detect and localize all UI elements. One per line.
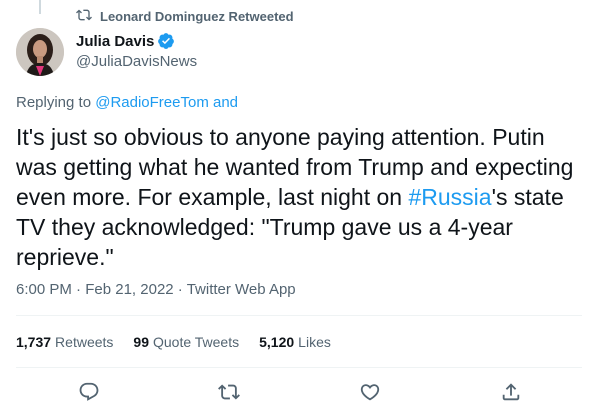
retweet-icon[interactable] — [217, 380, 241, 404]
reply-icon[interactable] — [77, 380, 101, 404]
thread-connector-line — [39, 0, 41, 14]
retweets-count: 1,737 — [16, 334, 52, 350]
likes-stat[interactable]: 5,120 Likes — [259, 334, 331, 350]
tweet-time[interactable]: 6:00 PM — [16, 281, 72, 298]
avatar[interactable] — [16, 28, 64, 76]
retweet-banner-icon — [76, 7, 92, 26]
retweet-banner-text[interactable]: Leonard Dominguez Retweeted — [100, 9, 294, 24]
quote-tweets-stat[interactable]: 99 Quote Tweets — [133, 334, 239, 350]
retweet-banner: Leonard Dominguez Retweeted — [76, 7, 294, 25]
tweet-text: It's just so obvious to anyone paying at… — [16, 122, 582, 272]
verified-badge-icon — [157, 32, 175, 50]
tweet-source[interactable]: Twitter Web App — [187, 281, 296, 298]
tweet-meta: 6:00 PM · Feb 21, 2022 · Twitter Web App — [16, 281, 296, 298]
like-icon[interactable] — [358, 380, 382, 404]
likes-count: 5,120 — [259, 334, 295, 350]
retweets-stat[interactable]: 1,737 Retweets — [16, 334, 113, 350]
author-name-row: Julia Davis — [76, 32, 175, 50]
quote-tweets-count: 99 — [133, 334, 149, 350]
divider — [16, 367, 582, 368]
hashtag-link[interactable]: #Russia — [408, 184, 491, 210]
replying-mention-link[interactable]: @RadioFreeTom and — [95, 94, 238, 111]
retweets-label: Retweets — [55, 334, 114, 350]
author-handle[interactable]: @JuliaDavisNews — [76, 53, 197, 70]
replying-to: Replying to @RadioFreeTom and — [16, 94, 238, 111]
tweet-date[interactable]: Feb 21, 2022 — [85, 281, 173, 298]
share-icon[interactable] — [499, 380, 523, 404]
divider — [16, 315, 582, 316]
tweet-stats: 1,737 Retweets 99 Quote Tweets 5,120 Lik… — [16, 334, 331, 350]
meta-separator: · — [177, 281, 183, 298]
likes-label: Likes — [298, 334, 331, 350]
quote-tweets-label: Quote Tweets — [152, 334, 240, 350]
author-display-name[interactable]: Julia Davis — [76, 33, 154, 50]
replying-prefix: Replying to — [16, 94, 92, 111]
tweet-actions — [16, 370, 582, 416]
meta-separator: · — [76, 281, 82, 298]
